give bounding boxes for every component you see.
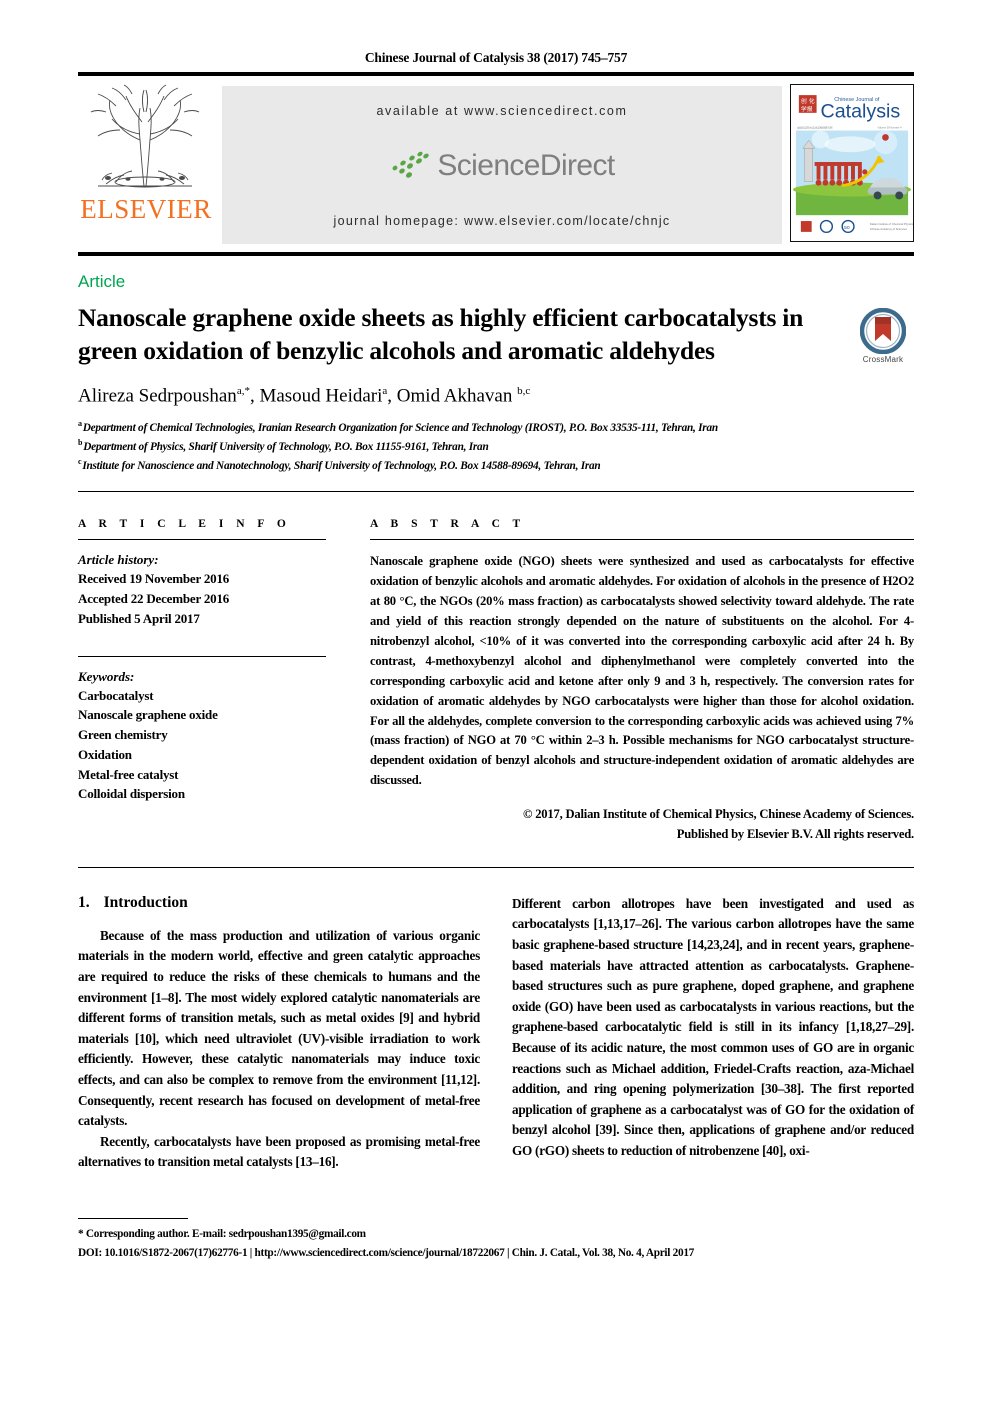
journal-homepage-text: journal homepage: www.elsevier.com/locat… <box>333 214 671 228</box>
abstract-column: A B S T R A C T Nanoscale graphene oxide… <box>370 518 914 844</box>
elsevier-tree-icon <box>86 82 206 194</box>
author-marks: a,* <box>236 385 250 398</box>
svg-text:化: 化 <box>809 97 815 105</box>
corresponding-author-note: * Corresponding author. E-mail: sedrpous… <box>78 1227 366 1240</box>
crossmark-icon <box>860 308 906 354</box>
affiliation-item: bDepartment of Physics, Sharif Universit… <box>78 437 914 456</box>
elsevier-logo: ELSEVIER <box>78 82 214 250</box>
author-name: Omid Akhavan <box>396 385 513 407</box>
author-name: Alireza Sedrpoushan <box>78 385 237 407</box>
affiliation-item: aDepartment of Chemical Technologies, Ir… <box>78 418 914 437</box>
sciencedirect-leaf-icon <box>392 151 430 178</box>
keyword-item: Metal-free catalyst <box>78 766 179 782</box>
svg-text:Volume 38 Number 4: Volume 38 Number 4 <box>878 126 903 130</box>
page-footer: * Corresponding author. E-mail: sedrpous… <box>78 1217 914 1263</box>
keyword-item: Carbocatalyst <box>78 687 154 703</box>
running-head: Chinese Journal of Catalysis 38 (2017) 7… <box>364 50 628 65</box>
keyword-item: Colloidal dispersion <box>78 786 185 802</box>
masthead-bottom-rule <box>78 252 914 256</box>
author-name: Masoud Heidari <box>259 385 383 407</box>
body-column-right: Different carbon allotropes have been in… <box>512 894 914 1173</box>
svg-text:Dalian Institute of Chemical P: Dalian Institute of Chemical Physics <box>870 222 914 226</box>
history-received: Received 19 November 2016 <box>78 571 230 587</box>
elsevier-wordmark: ELSEVIER <box>80 194 212 224</box>
article-info-heading: A R T I C L E I N F O <box>78 518 291 531</box>
author-marks: b,c <box>517 385 531 398</box>
crossmark-label: CrossMark <box>862 355 904 364</box>
journal-masthead: ELSEVIER available at www.sciencedirect.… <box>78 72 914 250</box>
paragraph: Different carbon allotropes have been in… <box>512 895 914 1158</box>
info-abstract-section: A R T I C L E I N F O Article history: R… <box>78 518 914 844</box>
section-heading-introduction: 1. Introduction <box>78 894 480 912</box>
article-type-label: Article <box>78 272 126 291</box>
abstract-text: Nanoscale graphene oxide (NGO) sheets we… <box>370 554 914 788</box>
abstract-rule <box>370 539 914 541</box>
svg-text:学报: 学报 <box>801 105 813 113</box>
doi-line: DOI: 10.1016/S1872-2067(17)62776-1 | htt… <box>78 1246 695 1259</box>
keywords-rule <box>78 655 326 657</box>
divider-above-info <box>78 491 914 493</box>
journal-cover-image: 创 化 学报 Chinese Journal of Catalysis 中国科学… <box>790 84 914 242</box>
section-number: 1. <box>78 893 90 911</box>
svg-text:中国科学院大连化学物理研究所: 中国科学院大连化学物理研究所 <box>797 126 833 130</box>
affiliation-text: Department of Physics, Sharif University… <box>83 440 489 453</box>
svg-text:Catalysis: Catalysis <box>821 101 901 123</box>
affiliation-mark: b <box>78 437 83 447</box>
article-info-rule <box>78 539 326 541</box>
abstract-heading: A B S T R A C T <box>370 518 526 531</box>
history-published: Published 5 April 2017 <box>78 610 200 626</box>
keyword-item: Green chemistry <box>78 727 168 743</box>
article-info-column: A R T I C L E I N F O Article history: R… <box>78 518 326 844</box>
affiliation-item: cInstitute for Nanoscience and Nanotechn… <box>78 456 914 475</box>
author-marks: a <box>382 385 388 398</box>
footer-divider <box>78 1217 188 1219</box>
paragraph: Because of the mass production and utili… <box>78 927 480 1129</box>
sciencedirect-logo: ScienceDirect <box>389 149 615 182</box>
keyword-item: Oxidation <box>78 746 132 762</box>
keywords-label: Keywords: <box>78 668 135 684</box>
author-list: Alireza Sedrpoushana,*, Masoud Heidaria,… <box>78 385 531 407</box>
svg-text:50: 50 <box>844 225 850 231</box>
body-columns: 1. Introduction Because of the mass produ… <box>78 894 914 1173</box>
affiliation-text: Institute for Nanoscience and Nanotechno… <box>82 459 601 472</box>
article-history-label: Article history: <box>78 552 159 568</box>
sciencedirect-wordmark: ScienceDirect <box>437 149 615 182</box>
history-accepted: Accepted 22 December 2016 <box>78 591 230 607</box>
affiliation-mark: a <box>78 418 82 428</box>
copyright-line-2: Published by Elsevier B.V. All rights re… <box>676 826 914 841</box>
page-title: Nanoscale graphene oxide sheets as highl… <box>78 303 804 365</box>
journal-article-page: Chinese Journal of Catalysis 38 (2017) 7… <box>0 0 992 1403</box>
keyword-item: Nanoscale graphene oxide <box>78 707 218 723</box>
available-at-text: available at www.sciencedirect.com <box>376 104 628 118</box>
svg-text:Chinese Academy of Sciences: Chinese Academy of Sciences <box>870 227 908 231</box>
affiliation-mark: c <box>78 457 82 467</box>
section-title: Introduction <box>103 893 188 911</box>
sciencedirect-banner: available at www.sciencedirect.com Scien… <box>222 86 782 244</box>
body-column-left: 1. Introduction Because of the mass produ… <box>78 894 480 1173</box>
divider-above-body <box>78 866 914 868</box>
affiliation-list: aDepartment of Chemical Technologies, Ir… <box>78 418 914 476</box>
affiliation-text: Department of Chemical Technologies, Ira… <box>82 421 718 434</box>
title-row: Nanoscale graphene oxide sheets as highl… <box>78 302 914 367</box>
svg-text:创: 创 <box>801 97 807 105</box>
journal-cover-thumbnail: 创 化 学报 Chinese Journal of Catalysis 中国科学… <box>790 84 914 250</box>
paragraph: Recently, carbocatalysts have been propo… <box>78 1133 480 1170</box>
crossmark-badge[interactable]: CrossMark <box>852 302 914 364</box>
copyright-line-1: © 2017, Dalian Institute of Chemical Phy… <box>523 807 914 822</box>
